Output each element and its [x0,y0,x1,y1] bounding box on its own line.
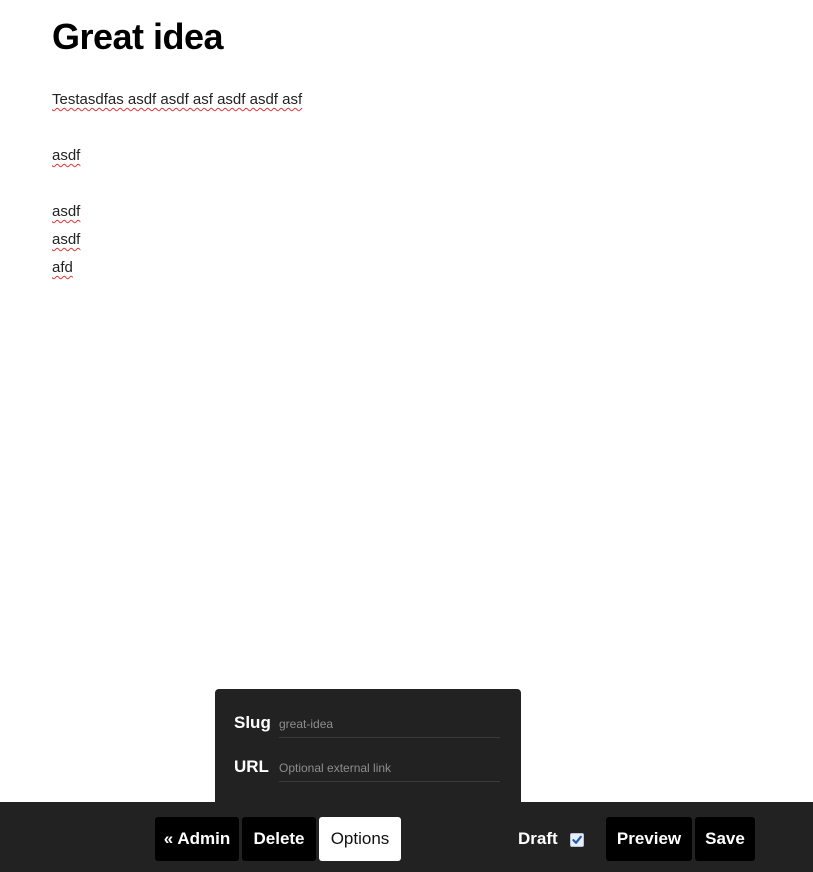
body-line: afd [52,259,73,276]
body-line: asdf [52,231,81,248]
draft-checkbox[interactable] [570,833,584,847]
preview-button[interactable]: Preview [606,817,692,861]
checkmark-icon [572,835,582,844]
post-title[interactable]: Great idea [52,16,224,58]
delete-button[interactable]: Delete [242,817,316,861]
draft-label: Draft [518,829,558,848]
slug-row: Slug [234,707,501,741]
bottom-toolbar: « Admin Delete Options Draft Preview Sav… [0,802,813,872]
url-label: URL [234,757,269,776]
admin-button[interactable]: « Admin [155,817,239,861]
options-button[interactable]: Options [319,817,401,861]
post-body[interactable]: Testasdfas asdf asdf asf asdf asdf asf a… [52,86,302,282]
url-row: URL [234,751,501,785]
url-input[interactable] [279,755,500,782]
options-panel: Slug URL [215,689,521,809]
body-line: asdf [52,147,81,164]
slug-input[interactable] [279,711,500,738]
body-line [52,114,302,142]
body-line [52,170,302,198]
slug-label: Slug [234,713,271,732]
body-line: asdf [52,203,81,220]
save-button[interactable]: Save [695,817,755,861]
body-line: Testasdfas asdf asdf asf asdf asdf asf [52,91,303,108]
